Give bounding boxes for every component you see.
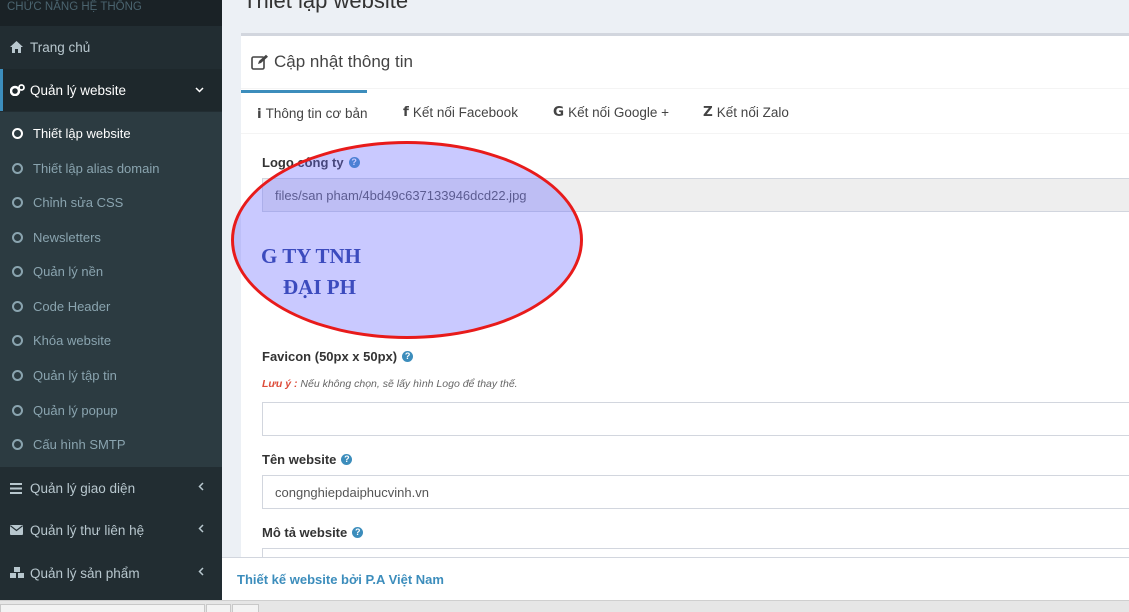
highlight-ellipse — [231, 141, 583, 339]
page-title: Thiết lập website — [243, 0, 409, 13]
google-icon: G — [553, 104, 565, 120]
zalo-icon: Z — [703, 104, 713, 120]
footer-credit-link[interactable]: Thiết kế website bởi P.A Việt Nam — [237, 572, 444, 587]
sidebar-item-label: Quản lý thư liên hệ — [30, 522, 145, 538]
submenu-item-newsletters[interactable]: Newsletters — [0, 220, 222, 254]
tab-label: Thông tin cơ bản — [265, 106, 368, 121]
circle-icon — [12, 334, 23, 346]
circle-icon — [12, 162, 23, 174]
submenu-item-lock-website[interactable]: Khóa website — [0, 323, 222, 357]
info-icon: i — [257, 105, 262, 122]
favicon-label: Favicon (50px x 50px) ? — [262, 349, 414, 364]
submenu-label: Quản lý popup — [33, 402, 118, 418]
bottom-bar-segment — [206, 604, 231, 612]
tab-label: Kết nối Google + — [568, 104, 670, 120]
box-header: Cập nhật thông tin — [241, 36, 1129, 89]
circle-icon — [12, 369, 23, 381]
tab-label: Kết nối Zalo — [716, 104, 789, 120]
home-icon — [10, 41, 30, 53]
submenu-item-website-setup[interactable]: Thiết lập website — [0, 116, 222, 150]
sidebar-item-contact-mail[interactable]: Quản lý thư liên hệ — [0, 509, 222, 551]
help-icon[interactable]: ? — [352, 527, 364, 538]
submenu-item-smtp[interactable]: Cấu hình SMTP — [0, 427, 222, 461]
facebook-icon: f — [403, 104, 409, 120]
edit-icon — [251, 54, 269, 70]
cogs-icon — [10, 84, 30, 96]
sidebar-item-label: Quản lý website — [30, 82, 127, 98]
sidebar-item-label: Quản lý sản phẩm — [30, 565, 140, 581]
circle-icon — [12, 231, 23, 243]
circle-icon — [12, 438, 23, 450]
sidebar-item-home[interactable]: Trang chủ — [0, 26, 222, 68]
footer: Thiết kế website bởi P.A Việt Nam — [222, 557, 1129, 601]
submenu-item-code-header[interactable]: Code Header — [0, 289, 222, 323]
site-name-label-text: Tên website — [262, 452, 337, 467]
submenu-label: Cấu hình SMTP — [33, 436, 126, 452]
submenu-item-css[interactable]: Chỉnh sửa CSS — [0, 185, 222, 219]
submenu-item-alias-domain[interactable]: Thiết lập alias domain — [0, 151, 222, 185]
description-label: Mô tả website ? — [262, 525, 364, 540]
favicon-label-text: Favicon (50px x 50px) — [262, 349, 398, 364]
bottom-bar — [0, 600, 1129, 612]
description-label-text: Mô tả website — [262, 525, 348, 540]
tab-basic-info[interactable]: i Thông tin cơ bản — [241, 90, 368, 134]
circle-icon — [12, 196, 23, 208]
submenu-label: Newsletters — [33, 229, 101, 245]
favicon-note: Lưu ý : Nếu không chọn, sẽ lấy hình Logo… — [262, 378, 518, 390]
tab-zalo[interactable]: Z Kết nối Zalo — [687, 90, 805, 134]
site-name-input[interactable]: congnghiepdaiphucvinh.vn — [262, 475, 1129, 509]
submenu-item-background[interactable]: Quản lý nền — [0, 254, 222, 288]
sidebar-item-label: Quản lý giao diện — [30, 480, 136, 496]
submenu-label: Quản lý nền — [33, 263, 104, 279]
sidebar-item-products[interactable]: Quản lý sản phẩm — [0, 552, 222, 594]
sidebar-header: CHỨC NĂNG HỆ THỐNG — [0, 0, 222, 26]
submenu-label: Code Header — [33, 298, 111, 314]
submenu-label: Thiết lập alias domain — [33, 160, 160, 176]
favicon-input[interactable] — [262, 402, 1129, 436]
circle-icon — [12, 127, 23, 139]
circle-icon — [12, 265, 23, 277]
chevron-down-icon — [195, 82, 204, 96]
sidebar: CHỨC NĂNG HỆ THỐNG Trang chủ Quản lý web… — [0, 0, 222, 600]
envelope-icon — [10, 525, 30, 535]
submenu-label: Khóa website — [33, 332, 112, 348]
submenu-item-files[interactable]: Quản lý tập tin — [0, 358, 222, 392]
circle-icon — [12, 404, 23, 416]
tab-label: Kết nối Facebook — [412, 104, 518, 120]
chevron-left-icon — [198, 480, 204, 494]
chevron-left-icon — [198, 522, 204, 536]
sidebar-item-label: Trang chủ — [30, 39, 91, 55]
submenu-label: Quản lý tập tin — [33, 367, 117, 383]
sidebar-item-interface[interactable]: Quản lý giao diện — [0, 467, 222, 509]
submenu-label: Chỉnh sửa CSS — [33, 194, 124, 210]
submenu-item-popup[interactable]: Quản lý popup — [0, 393, 222, 427]
bottom-bar-segment — [0, 604, 205, 612]
note-text: Nếu không chọn, sẽ lấy hình Logo để thay… — [297, 378, 518, 390]
tab-facebook[interactable]: f Kết nối Facebook — [387, 90, 534, 134]
sidebar-item-website[interactable]: Quản lý website — [0, 69, 222, 111]
cubes-icon — [10, 567, 30, 579]
tab-google[interactable]: G Kết nối Google + — [537, 90, 685, 134]
tab-bar: i Thông tin cơ bản f Kết nối Facebook G Kết… — [241, 90, 1129, 134]
note-prefix: Lưu ý : — [262, 378, 298, 390]
submenu-label: Thiết lập website — [33, 125, 131, 141]
circle-icon — [12, 300, 23, 312]
website-submenu: Thiết lập website Thiết lập alias domain… — [0, 112, 222, 467]
help-icon[interactable]: ? — [341, 454, 353, 465]
bottom-bar-segment — [232, 604, 259, 612]
help-icon[interactable]: ? — [402, 351, 414, 362]
box-title: Cập nhật thông tin — [274, 52, 413, 71]
bars-icon — [10, 482, 30, 494]
chevron-left-icon — [198, 565, 204, 579]
site-name-label: Tên website ? — [262, 452, 353, 467]
